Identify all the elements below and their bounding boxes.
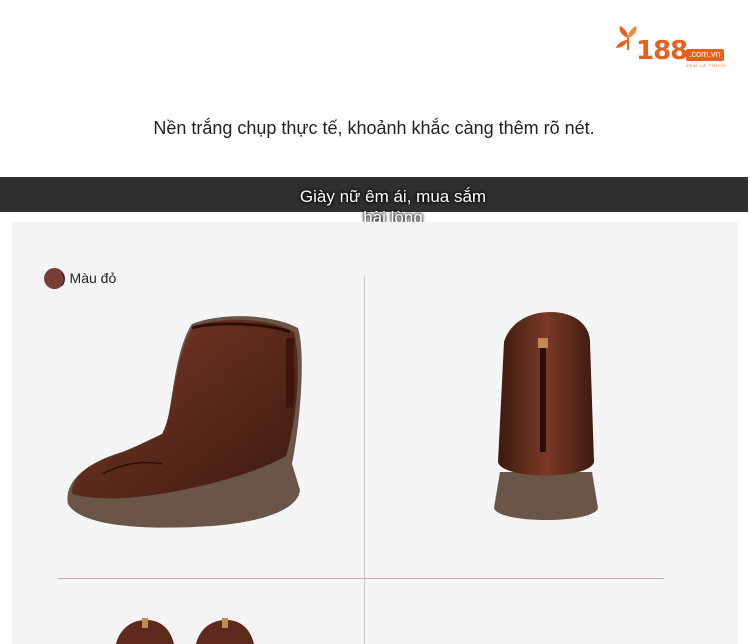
site-logo[interactable]: 188 .com.vn XEM LÀ THÍCH: [616, 22, 734, 72]
logo-number: 188: [636, 36, 688, 66]
logo-domain: .com.vn: [686, 49, 724, 61]
logo-tagline: XEM LÀ THÍCH: [686, 63, 726, 68]
boot-pair-image: [116, 618, 254, 644]
product-caption: Nền trắng chụp thực tế, khoảnh khắc càng…: [153, 118, 595, 138]
boot-side-image: [67, 316, 302, 528]
gallery-divider-vertical: [364, 276, 365, 644]
boot-rear-image: [494, 312, 598, 520]
gallery-divider-horizontal: [58, 578, 664, 579]
color-swatch-label: ) Màu đỏ: [61, 270, 117, 286]
